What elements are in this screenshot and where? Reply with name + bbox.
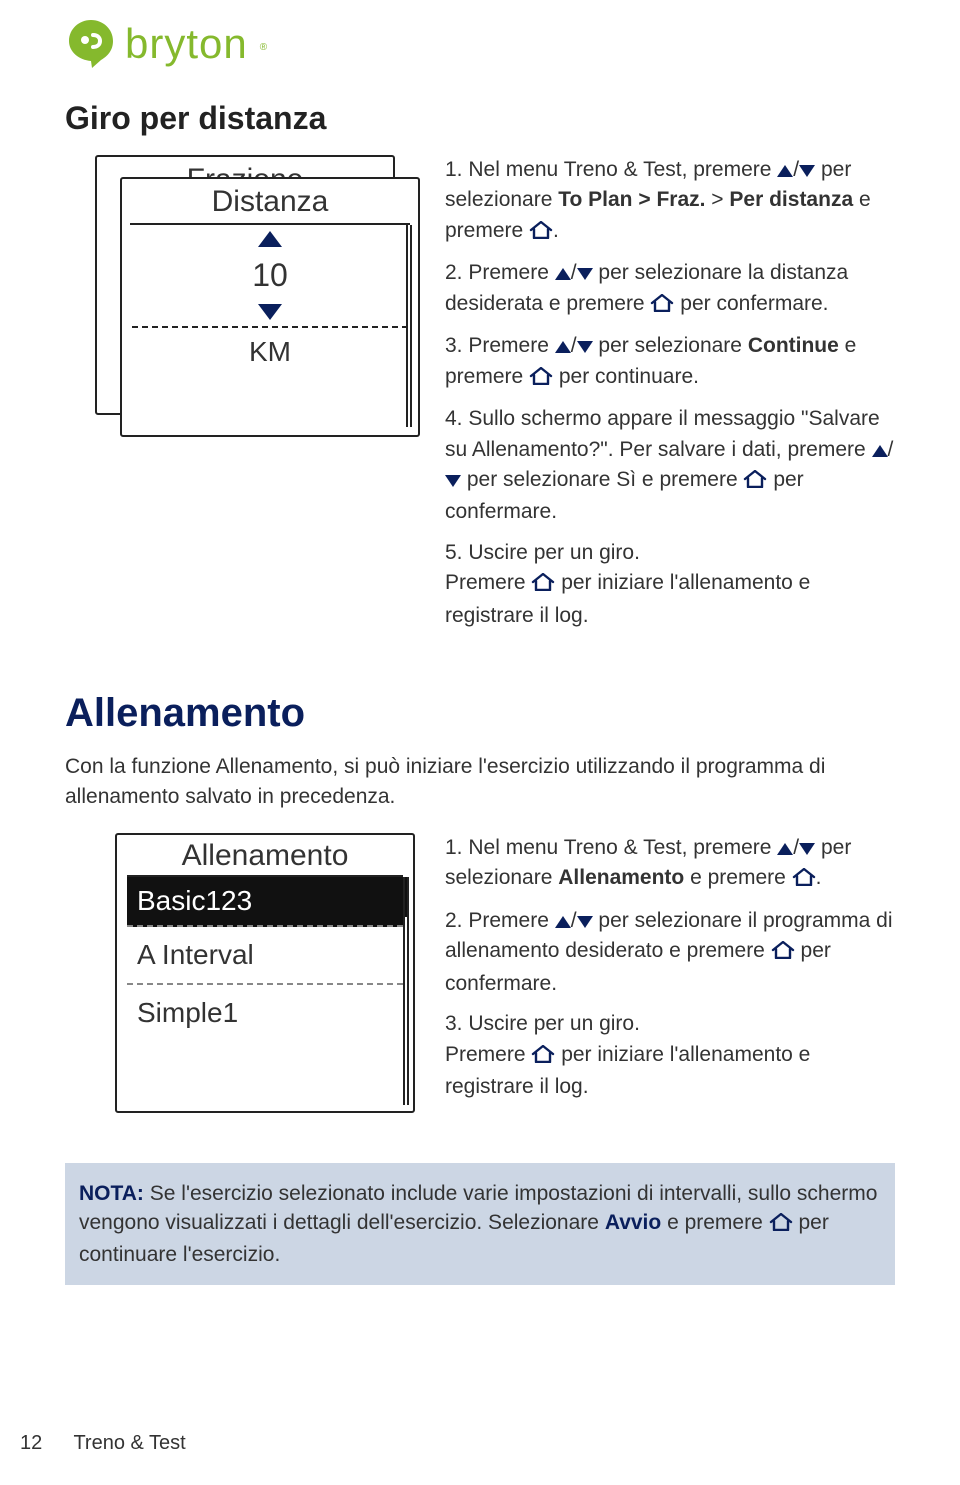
step-1: 1. Nel menu Treno & Test, premere / per … <box>445 833 895 896</box>
triangle-down-icon <box>577 268 593 280</box>
triangle-down-icon <box>258 304 282 320</box>
device-illustration-1: Frazione Distanza 10 KM <box>65 155 415 455</box>
home-icon <box>769 1210 793 1239</box>
device-front: Distanza 10 KM <box>120 177 420 437</box>
section1-columns: Frazione Distanza 10 KM 1. Nel menu Tren… <box>65 155 895 641</box>
step-4: 4. Sullo schermo appare il messaggio "Sa… <box>445 404 895 528</box>
device-scrollbar <box>406 225 412 427</box>
step-1: 1. Nel menu Treno & Test, premere / per … <box>445 155 895 248</box>
device2-title: Allenamento <box>117 835 413 875</box>
device2-scrollbar <box>403 877 409 1105</box>
page-number: 12 <box>20 1432 42 1454</box>
triangle-up-icon <box>777 843 793 855</box>
home-icon <box>792 865 816 895</box>
brand-logo: bryton ® <box>65 18 895 70</box>
home-icon <box>743 467 767 497</box>
device-value: 10 <box>122 253 418 298</box>
triangle-down-icon <box>577 341 593 353</box>
step-2: 2. Premere / per selezionare il programm… <box>445 906 895 999</box>
triangle-up-icon <box>555 916 571 928</box>
step-3: 3. Premere / per selezionare Continue e … <box>445 331 895 394</box>
step-2: 2. Premere / per selezionare la distanza… <box>445 258 895 321</box>
section2-steps: 1. Nel menu Treno & Test, premere / per … <box>445 833 895 1113</box>
brand-registered: ® <box>260 42 267 53</box>
home-icon <box>529 218 553 248</box>
triangle-up-icon <box>258 231 282 247</box>
step-3: 3. Uscire per un giro. Premere per inizi… <box>445 1009 895 1102</box>
brand-logo-mark <box>65 18 117 70</box>
triangle-down-icon <box>577 916 593 928</box>
section1-title: Giro per distanza <box>65 100 895 137</box>
triangle-up-icon <box>555 341 571 353</box>
list-item: A Interval <box>127 927 403 985</box>
step-5: 5. Uscire per un giro. Premere per inizi… <box>445 538 895 631</box>
home-icon <box>771 938 795 968</box>
section2-title: Allenamento <box>65 691 895 736</box>
device-front-title: Distanza <box>122 179 418 223</box>
triangle-down-icon <box>799 843 815 855</box>
device-illustration-2-wrap: Allenamento Basic123 A Interval Simple1 <box>65 833 415 1113</box>
section1-steps: 1. Nel menu Treno & Test, premere / per … <box>445 155 895 641</box>
home-icon <box>529 364 553 394</box>
device-unit: KM <box>122 332 418 372</box>
section2-intro: Con la funzione Allenamento, si può iniz… <box>65 752 895 811</box>
list-item: Simple1 <box>127 985 403 1041</box>
note-label: NOTA: <box>79 1182 144 1205</box>
page-footer: 12 Treno & Test <box>20 1432 186 1455</box>
triangle-up-icon <box>555 268 571 280</box>
triangle-down-icon <box>799 165 815 177</box>
device2-list: Basic123 A Interval Simple1 <box>127 875 403 1041</box>
list-item-selected: Basic123 <box>127 877 403 927</box>
triangle-up-icon <box>777 165 793 177</box>
triangle-up-icon <box>872 445 888 457</box>
section2-columns: Allenamento Basic123 A Interval Simple1 … <box>65 833 895 1113</box>
device-illustration-2: Allenamento Basic123 A Interval Simple1 <box>115 833 415 1113</box>
triangle-down-icon <box>445 475 461 487</box>
home-icon <box>650 291 674 321</box>
brand-name: bryton <box>125 20 248 68</box>
home-icon <box>531 1042 555 1072</box>
note-box: NOTA: Se l'esercizio selezionato include… <box>65 1163 895 1285</box>
home-icon <box>531 570 555 600</box>
footer-section: Treno & Test <box>73 1432 185 1454</box>
